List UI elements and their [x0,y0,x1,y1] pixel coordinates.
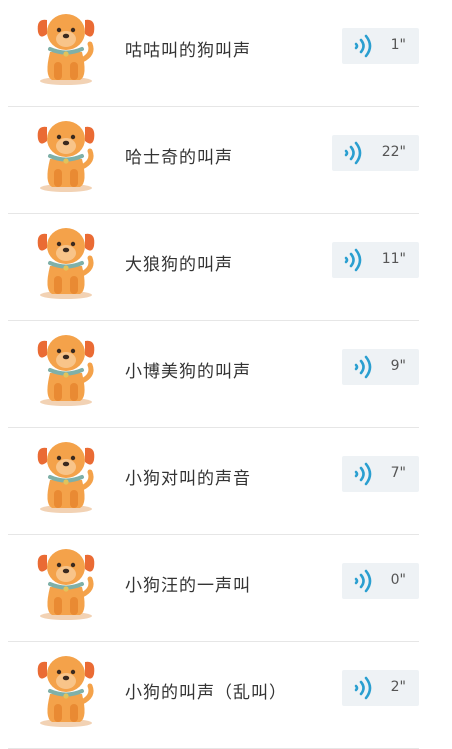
play-button[interactable]: 2" [342,670,419,706]
sound-wave-icon [341,248,363,272]
duration-label: 1" [390,37,406,53]
recording-title: 小狗汪的一声叫 [125,576,251,596]
play-button[interactable]: 1" [342,28,419,64]
play-button[interactable]: 7" [342,456,419,492]
dog-icon [30,432,102,514]
dog-icon [30,646,102,728]
recording-title: 大狼狗的叫声 [125,255,233,275]
sound-wave-icon [341,141,363,165]
duration-label: 7" [390,465,406,481]
list-item[interactable]: 小博美狗的叫声 9" [0,321,452,428]
sound-wave-icon [351,355,373,379]
list-item[interactable]: 小狗汪的一声叫 0" [0,535,452,642]
duration-label: 9" [390,358,406,374]
dog-icon [30,218,102,300]
recording-title: 咕咕叫的狗叫声 [125,41,251,61]
list-item[interactable]: 小狗对叫的声音 7" [0,428,452,535]
duration-label: 11" [381,251,406,267]
play-button[interactable]: 22" [332,135,419,171]
dog-icon [30,325,102,407]
list-item[interactable]: 咕咕叫的狗叫声 1" [0,0,452,107]
recording-list: 咕咕叫的狗叫声 1" 哈士奇的叫声 22" 大狼狗的叫声 11" 小博美狗的叫声… [0,0,452,749]
list-item[interactable]: 小狗的叫声（乱叫） 2" [0,642,452,749]
play-button[interactable]: 9" [342,349,419,385]
duration-label: 22" [381,144,406,160]
play-button[interactable]: 0" [342,563,419,599]
dog-icon [30,111,102,193]
play-button[interactable]: 11" [332,242,419,278]
recording-title: 哈士奇的叫声 [125,148,233,168]
sound-wave-icon [351,34,373,58]
recording-title: 小狗对叫的声音 [125,469,251,489]
dog-icon [30,4,102,86]
sound-wave-icon [351,569,373,593]
duration-label: 0" [390,572,406,588]
list-item[interactable]: 哈士奇的叫声 22" [0,107,452,214]
recording-title: 小博美狗的叫声 [125,362,251,382]
sound-wave-icon [351,676,373,700]
duration-label: 2" [390,679,406,695]
sound-wave-icon [351,462,373,486]
recording-title: 小狗的叫声（乱叫） [125,683,287,703]
dog-icon [30,539,102,621]
list-item[interactable]: 大狼狗的叫声 11" [0,214,452,321]
